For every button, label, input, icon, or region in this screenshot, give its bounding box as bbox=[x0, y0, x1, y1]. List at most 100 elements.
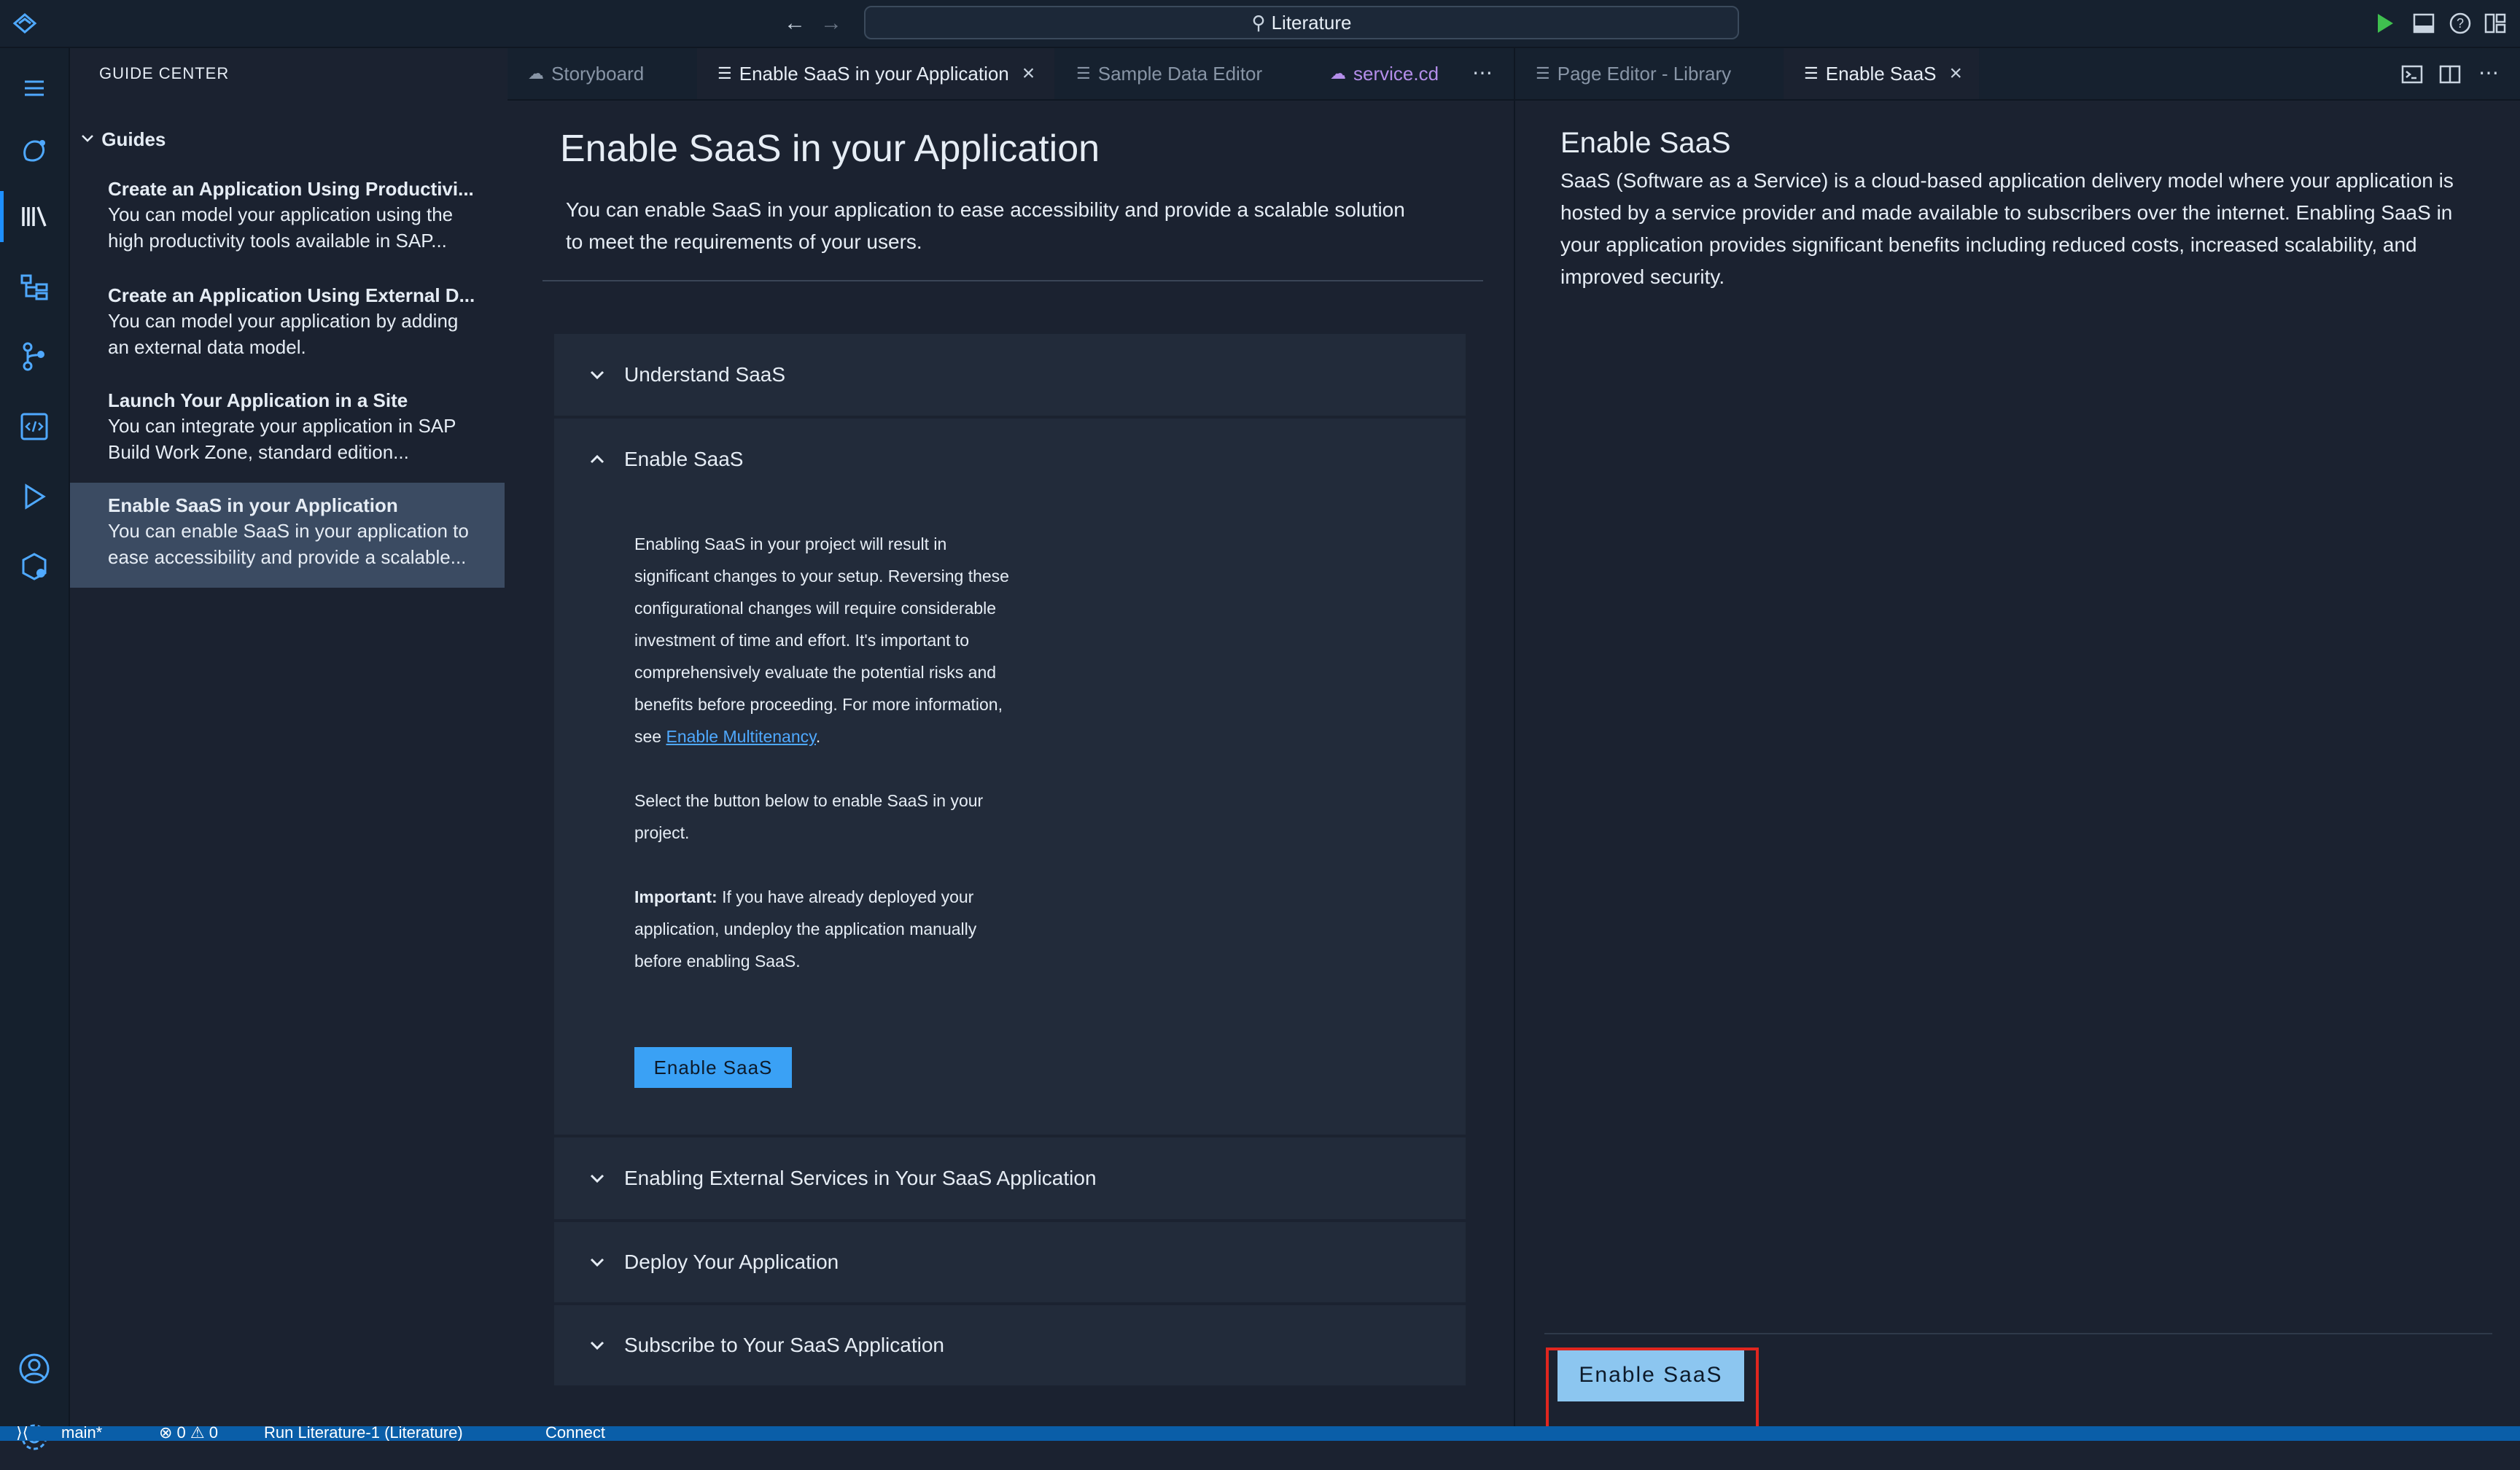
panel-description: SaaS (Software as a Service) is a cloud-… bbox=[1560, 169, 2454, 288]
nav-back-icon[interactable]: ← bbox=[779, 0, 811, 47]
guide-item-desc: You can model your application using the bbox=[108, 203, 454, 225]
close-icon[interactable]: × bbox=[1950, 61, 1963, 86]
guide-item[interactable]: Create an Application Using External D..… bbox=[70, 273, 505, 378]
chevron-down-icon bbox=[590, 1174, 604, 1183]
menu-icon[interactable] bbox=[0, 55, 69, 121]
enable-saas-button[interactable]: Enable SaaS bbox=[634, 1047, 792, 1088]
tab-label: Storyboard bbox=[551, 62, 645, 85]
guide-center-sidebar: GUIDE CENTER Guides Create an Applicatio… bbox=[70, 48, 506, 1426]
tab-label: Sample Data Editor bbox=[1097, 62, 1263, 85]
highlight-box bbox=[1546, 1348, 1759, 1432]
guide-item-desc: ease accessibility and provide a scalabl… bbox=[108, 546, 467, 568]
activity-bar bbox=[0, 48, 70, 1450]
deploy-icon[interactable] bbox=[0, 534, 69, 599]
tab-storyboard[interactable]: ☁ Storyboard bbox=[508, 48, 696, 99]
accordion-deploy[interactable]: Deploy Your Application bbox=[554, 1222, 1466, 1302]
run-config-indicator[interactable]: Run Literature-1 (Literature) bbox=[264, 1426, 463, 1441]
code-editor-icon[interactable] bbox=[0, 394, 69, 459]
accordion-label: Subscribe to Your SaaS Application bbox=[624, 1334, 944, 1356]
accordion-header[interactable]: Enabling External Services in Your SaaS … bbox=[554, 1138, 1466, 1219]
accordion-header[interactable]: Enable SaaS bbox=[554, 419, 1466, 500]
run-debug-icon[interactable] bbox=[0, 464, 69, 529]
help-icon[interactable]: ? bbox=[2449, 12, 2472, 35]
accordion-header[interactable]: Deploy Your Application bbox=[554, 1222, 1466, 1302]
tab-label: Enable SaaS in your Application bbox=[739, 62, 1009, 85]
account-icon[interactable] bbox=[0, 1336, 69, 1401]
page-subtitle-line: to meet the requirements of your users. bbox=[566, 230, 922, 253]
chevron-down-icon bbox=[80, 128, 96, 151]
accordion-enable-saas: Enable SaaS Enabling SaaS in your projec… bbox=[554, 419, 1466, 1135]
chevron-down-icon bbox=[590, 1258, 604, 1267]
search-icon: ⚲ bbox=[1251, 11, 1266, 34]
more-actions-icon[interactable]: ⋯ bbox=[2470, 50, 2507, 96]
page-title: Enable SaaS in your Application bbox=[560, 128, 1100, 170]
divider bbox=[1544, 1333, 2492, 1334]
tab-sample-data-editor[interactable]: ☰ Sample Data Editor bbox=[1056, 48, 1308, 99]
guide-item-title: Create an Application Using External D..… bbox=[108, 284, 475, 306]
guide-item[interactable]: Create an Application Using Productivi..… bbox=[70, 166, 505, 271]
guide-item-desc: Build Work Zone, standard edition... bbox=[108, 441, 409, 463]
accordion-header[interactable]: Understand SaaS bbox=[554, 334, 1466, 416]
guide-item-title: Enable SaaS in your Application bbox=[108, 494, 398, 516]
panel-title: Enable SaaS bbox=[1560, 127, 1731, 159]
layout-icon[interactable] bbox=[2484, 12, 2507, 35]
explorer-icon[interactable] bbox=[0, 254, 69, 319]
tab-enable-saas-guide[interactable]: ☰ Enable SaaS in your Application × bbox=[697, 48, 1054, 99]
command-center-label: Literature bbox=[1271, 11, 1352, 34]
run-icon[interactable] bbox=[2371, 10, 2398, 36]
storyboard-icon[interactable] bbox=[0, 118, 69, 184]
important-paragraph: Important: If you have already deployed … bbox=[634, 881, 1021, 977]
document-icon: ☰ bbox=[1076, 64, 1091, 82]
guide-item-desc: You can model your application by adding bbox=[108, 310, 459, 332]
accordion-subscribe[interactable]: Subscribe to Your SaaS Application bbox=[554, 1305, 1466, 1385]
tab-enable-saas[interactable]: ☰ Enable SaaS × bbox=[1784, 48, 1979, 99]
tab-label: Enable SaaS bbox=[1825, 62, 1937, 85]
terminal-icon[interactable] bbox=[2400, 63, 2424, 86]
guides-section-header[interactable]: Guides bbox=[80, 128, 166, 151]
cloud-icon: ☁ bbox=[1330, 64, 1346, 82]
guide-item-selected[interactable]: Enable SaaS in your Application You can … bbox=[70, 483, 505, 588]
more-actions-icon[interactable]: ⋯ bbox=[1464, 50, 1501, 96]
guides-section-label: Guides bbox=[101, 128, 166, 150]
important-label: Important: bbox=[634, 887, 718, 906]
branch-indicator[interactable]: main* bbox=[61, 1426, 102, 1441]
guide-item[interactable]: Launch Your Application in a Site You ca… bbox=[70, 378, 505, 483]
tab-service-cds[interactable]: ☁ service.cd bbox=[1310, 48, 1464, 99]
close-icon[interactable]: × bbox=[1022, 61, 1035, 86]
chevron-down-icon bbox=[590, 1341, 604, 1350]
enable-saas-editor-right: Enable SaaS SaaS (Software as a Service)… bbox=[1515, 101, 2520, 1432]
document-icon: ☰ bbox=[1536, 64, 1550, 82]
enable-multitenancy-link[interactable]: Enable Multitenancy bbox=[666, 727, 815, 746]
problems-indicator[interactable]: ⊗ 0 ⚠ 0 bbox=[159, 1426, 218, 1441]
connect-indicator[interactable]: Connect bbox=[545, 1426, 605, 1441]
body-paragraph: Enabling SaaS in your project will resul… bbox=[634, 534, 1009, 746]
remote-icon[interactable]: ⟩⟨ bbox=[16, 1426, 28, 1441]
panel-toggle-icon[interactable] bbox=[2412, 12, 2435, 35]
guide-item-desc: You can enable SaaS in your application … bbox=[108, 520, 469, 542]
guide-center-icon[interactable] bbox=[0, 184, 69, 249]
tab-page-editor-library[interactable]: ☰ Page Editor - Library bbox=[1515, 48, 1782, 99]
document-icon: ☰ bbox=[718, 64, 732, 82]
accordion-header[interactable]: Subscribe to Your SaaS Application bbox=[554, 1305, 1466, 1385]
editor-tab-bar-left: ☁ Storyboard ☰ Enable SaaS in your Appli… bbox=[508, 48, 1514, 101]
tab-label: service.cd bbox=[1353, 62, 1439, 85]
body-text: Enabling SaaS in your project will resul… bbox=[634, 534, 1009, 746]
editor-tab-bar-right: ☰ Page Editor - Library ☰ Enable SaaS × … bbox=[1515, 48, 2520, 101]
page-subtitle-line: You can enable SaaS in your application … bbox=[566, 198, 1405, 221]
guide-editor-left: Enable SaaS in your Application You can … bbox=[508, 101, 1514, 1426]
accordion-external-services[interactable]: Enabling External Services in Your SaaS … bbox=[554, 1138, 1466, 1219]
guide-item-title: Launch Your Application in a Site bbox=[108, 389, 408, 411]
split-editor-icon[interactable] bbox=[2438, 63, 2462, 86]
chevron-down-icon bbox=[590, 370, 604, 380]
source-control-icon[interactable] bbox=[0, 324, 69, 389]
divider bbox=[542, 280, 1483, 281]
nav-forward-icon[interactable]: → bbox=[815, 0, 847, 47]
accordion-understand-saas[interactable]: Understand SaaS bbox=[554, 334, 1466, 416]
tab-label: Page Editor - Library bbox=[1557, 62, 1732, 85]
title-bar: ← → ⚲ Literature ? bbox=[0, 0, 2520, 48]
accordion-label: Understand SaaS bbox=[624, 363, 786, 386]
guide-item-desc: high productivity tools available in SAP… bbox=[108, 230, 447, 252]
command-center-search[interactable]: ⚲ Literature bbox=[864, 6, 1739, 39]
page-subtitle: You can enable SaaS in your application … bbox=[566, 194, 1441, 258]
guide-item-title: Create an Application Using Productivi..… bbox=[108, 178, 474, 200]
